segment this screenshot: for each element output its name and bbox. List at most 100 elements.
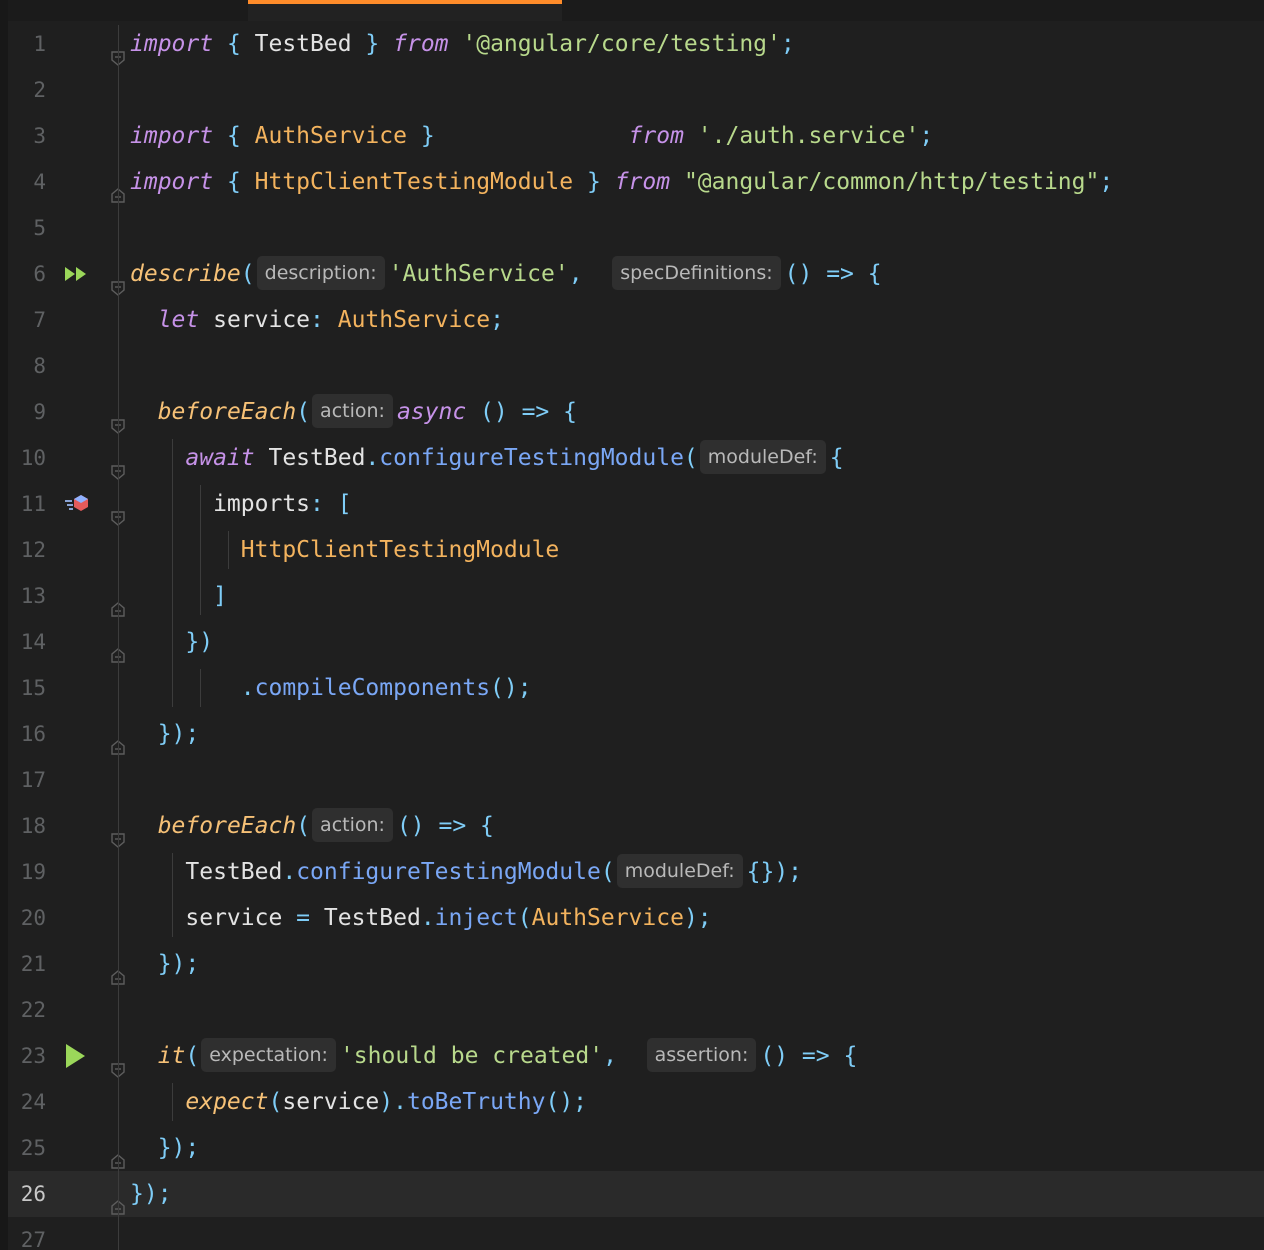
code-token: .	[365, 445, 380, 471]
code-line[interactable]: 13 ]	[8, 573, 1264, 619]
code-line[interactable]: 17	[8, 757, 1264, 803]
code-token: (	[683, 445, 698, 471]
run-test-icon[interactable]	[64, 1033, 94, 1079]
line-number[interactable]: 3	[8, 113, 46, 159]
line-number[interactable]: 11	[8, 481, 46, 527]
code-text[interactable]: });	[130, 711, 200, 757]
line-number[interactable]: 9	[8, 389, 46, 435]
code-line[interactable]: 7 let service: AuthService;	[8, 297, 1264, 343]
code-text[interactable]: HttpClientTestingModule	[130, 527, 560, 573]
line-number[interactable]: 19	[8, 849, 46, 895]
code-editor[interactable]: 1 import { TestBed } from '@angular/core/…	[0, 0, 1264, 1250]
code-token: describe	[130, 261, 241, 287]
code-text[interactable]: TestBed.configureTestingModule(moduleDef…	[130, 849, 802, 895]
line-number[interactable]: 17	[8, 757, 46, 803]
code-text[interactable]: await TestBed.configureTestingModule(mod…	[130, 435, 844, 481]
code-token: {});	[746, 859, 803, 885]
code-text[interactable]: let service: AuthService;	[130, 297, 504, 343]
active-tab-indicator[interactable]	[248, 0, 562, 21]
line-number[interactable]: 21	[8, 941, 46, 987]
line-number[interactable]: 13	[8, 573, 46, 619]
code-line[interactable]: 24 expect(service).toBeTruthy();	[8, 1079, 1264, 1125]
code-line[interactable]: 27	[8, 1217, 1264, 1250]
code-token: AuthService	[254, 123, 407, 149]
code-text[interactable]: ]	[130, 573, 227, 619]
code-line[interactable]: 5	[8, 205, 1264, 251]
code-line[interactable]: 1 import { TestBed } from '@angular/core/…	[8, 21, 1264, 67]
code-line[interactable]: 4 import { HttpClientTestingModule } from…	[8, 159, 1264, 205]
code-line[interactable]: 20 service = TestBed.inject(AuthService)…	[8, 895, 1264, 941]
code-token: ).	[379, 1089, 407, 1115]
line-number[interactable]: 26	[8, 1171, 46, 1217]
line-number[interactable]: 27	[8, 1217, 46, 1250]
code-text[interactable]: });	[130, 1171, 172, 1217]
code-token: });	[130, 1181, 172, 1207]
code-line[interactable]: 3 import { AuthService } from './auth.ser…	[8, 113, 1264, 159]
code-line[interactable]: 2	[8, 67, 1264, 113]
code-text[interactable]: import { AuthService } from './auth.serv…	[130, 113, 933, 159]
code-text[interactable]: describe(description: 'AuthService', spec…	[130, 251, 882, 297]
run-all-tests-icon[interactable]	[64, 251, 94, 297]
code-text[interactable]: .compileComponents();	[130, 665, 532, 711]
code-text[interactable]: beforeEach(action: async () => {	[130, 389, 577, 435]
angular-module-icon[interactable]	[64, 481, 94, 527]
code-line[interactable]: 15 .compileComponents();	[8, 665, 1264, 711]
line-number[interactable]: 4	[8, 159, 46, 205]
line-number[interactable]: 23	[8, 1033, 46, 1079]
line-number[interactable]: 12	[8, 527, 46, 573]
code-line[interactable]: 14 })	[8, 619, 1264, 665]
line-number[interactable]: 20	[8, 895, 46, 941]
line-number[interactable]: 1	[8, 21, 46, 67]
code-line[interactable]: 19 TestBed.configureTestingModule(module…	[8, 849, 1264, 895]
code-line[interactable]: 10 await TestBed.configureTestingModule(…	[8, 435, 1264, 481]
code-line[interactable]: 9 beforeEach(action: async () => {	[8, 389, 1264, 435]
code-line[interactable]: 16 });	[8, 711, 1264, 757]
code-text[interactable]: imports: [	[130, 481, 351, 527]
line-number[interactable]: 2	[8, 67, 46, 113]
code-token: import	[130, 31, 214, 57]
code-line[interactable]: 26});	[8, 1171, 1264, 1217]
code-token: });	[157, 951, 200, 977]
code-line[interactable]: 23 it(expectation:'should be created', a…	[8, 1033, 1264, 1079]
code-line[interactable]: 18 beforeEach(action:() => {	[8, 803, 1264, 849]
code-text[interactable]: });	[130, 941, 200, 987]
line-number[interactable]: 18	[8, 803, 46, 849]
code-text[interactable]: expect(service).toBeTruthy();	[130, 1079, 587, 1125]
code-token: ,	[603, 1043, 645, 1069]
code-token: async	[396, 399, 467, 425]
code-line[interactable]: 25 });	[8, 1125, 1264, 1171]
line-number[interactable]: 14	[8, 619, 46, 665]
line-number[interactable]: 5	[8, 205, 46, 251]
indent-guide	[200, 485, 201, 615]
code-text[interactable]: it(expectation:'should be created', asse…	[130, 1033, 857, 1079]
line-number[interactable]: 7	[8, 297, 46, 343]
code-token: (	[185, 1043, 200, 1069]
code-text[interactable]: service = TestBed.inject(AuthService);	[130, 895, 711, 941]
code-line[interactable]: 8	[8, 343, 1264, 389]
code-line[interactable]: 11 imports: [	[8, 481, 1264, 527]
code-line[interactable]: 12 HttpClientTestingModule	[8, 527, 1264, 573]
code-token: ;	[919, 123, 934, 149]
line-number[interactable]: 22	[8, 987, 46, 1033]
line-number[interactable]: 24	[8, 1079, 46, 1125]
code-token: ;	[1099, 169, 1114, 195]
code-text[interactable]: import { HttpClientTestingModule } from …	[130, 159, 1113, 205]
code-lines[interactable]: 1 import { TestBed } from '@angular/core/…	[8, 21, 1264, 1250]
line-number[interactable]: 8	[8, 343, 46, 389]
code-token: from	[393, 31, 449, 57]
line-number[interactable]: 15	[8, 665, 46, 711]
code-token: HttpClientTestingModule	[254, 169, 574, 195]
code-text[interactable]: import { TestBed } from '@angular/core/t…	[130, 21, 795, 67]
line-number[interactable]: 16	[8, 711, 46, 757]
editor-left-edge	[0, 0, 8, 1250]
line-number[interactable]: 25	[8, 1125, 46, 1171]
code-line[interactable]: 22	[8, 987, 1264, 1033]
code-line[interactable]: 6 describe(description: 'AuthService', spe…	[8, 251, 1264, 297]
code-text[interactable]: beforeEach(action:() => {	[130, 803, 494, 849]
line-number[interactable]: 6	[8, 251, 46, 297]
code-line[interactable]: 21 });	[8, 941, 1264, 987]
line-number[interactable]: 10	[8, 435, 46, 481]
code-text[interactable]: });	[130, 1125, 200, 1171]
